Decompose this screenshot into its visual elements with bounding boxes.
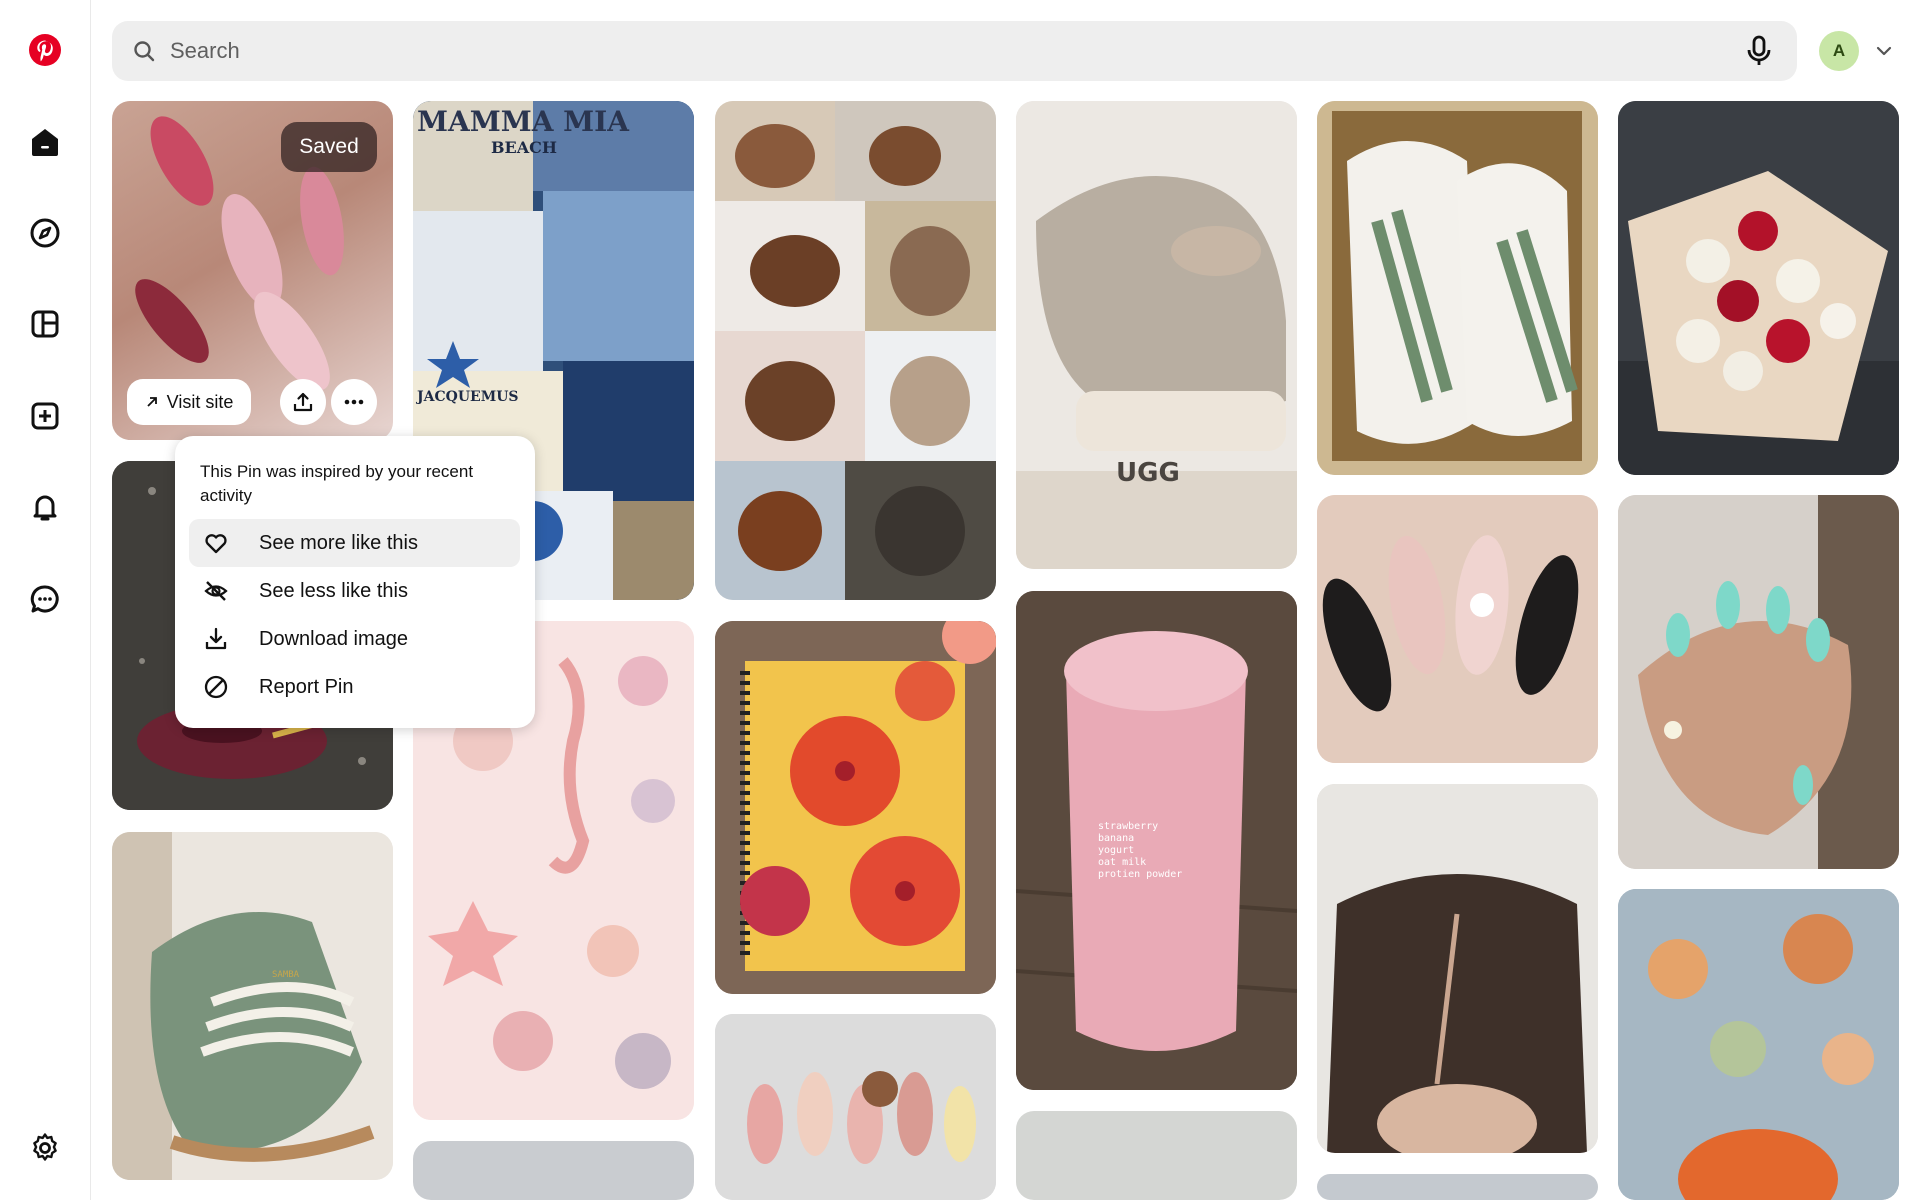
mint-nails-image (1618, 495, 1899, 869)
rose-bouquet-image (1618, 101, 1899, 475)
pin-strawberry-smoothie[interactable]: strawberry banana yogurt oat milk protie… (1016, 591, 1297, 1090)
see-less-label: See less like this (259, 579, 408, 602)
share-button[interactable] (280, 379, 326, 425)
saved-badge[interactable]: Saved (281, 122, 377, 172)
pin-hair-part[interactable] (1317, 784, 1598, 1153)
pin-fabric-partial[interactable] (1016, 1111, 1297, 1200)
pin-mint-nails-ring[interactable] (1618, 495, 1899, 869)
arrow-up-right-icon (147, 397, 157, 407)
pin-options-popover: This Pin was inspired by your recent act… (175, 436, 535, 728)
hair-part-image (1317, 784, 1598, 1153)
press-on-nails-image (715, 1014, 996, 1200)
ugg-logo-text: UGG (1116, 458, 1180, 488)
eye-off-icon (204, 581, 228, 601)
pinterest-logo-icon[interactable] (19, 24, 71, 76)
see-more-like-this-item[interactable]: See more like this (189, 519, 520, 567)
ugg-slippers-image: UGG (1016, 101, 1297, 569)
report-label: Report Pin (259, 675, 354, 698)
floral-fabric-image (1618, 889, 1899, 1200)
compass-icon[interactable] (19, 207, 71, 259)
avatar[interactable]: A (1819, 31, 1859, 71)
pin-rose-bouquet[interactable] (1618, 101, 1899, 475)
download-image-item[interactable]: Download image (189, 615, 520, 663)
more-dots-icon (344, 399, 364, 405)
chevron-down-icon[interactable] (1873, 40, 1895, 62)
visit-site-label: Visit site (166, 391, 234, 412)
pin-black-french-nails[interactable] (1317, 495, 1598, 763)
pin-adidas-sambas[interactable] (1317, 101, 1598, 475)
shoe-logo-text: SAMBA (272, 970, 300, 980)
collage-title-text: MAMMA MIA (417, 105, 630, 138)
home-icon[interactable] (19, 116, 71, 168)
gear-icon[interactable] (19, 1122, 71, 1174)
visit-site-button[interactable]: Visit site (127, 379, 251, 425)
pin-floral-fabric[interactable] (1618, 889, 1899, 1200)
block-icon (204, 675, 228, 699)
plus-square-icon[interactable] (19, 390, 71, 442)
boards-icon[interactable] (19, 298, 71, 350)
pin-hibiscus-notebook[interactable] (715, 621, 996, 994)
chat-icon[interactable] (19, 573, 71, 625)
more-options-button[interactable] (331, 379, 377, 425)
download-icon (205, 627, 227, 650)
pin-partial-bottom[interactable] (1317, 1174, 1598, 1200)
black-nails-image (1317, 495, 1598, 763)
report-pin-item[interactable]: Report Pin (189, 663, 520, 711)
heart-icon (205, 534, 227, 554)
see-more-label: See more like this (259, 531, 418, 554)
smoothie-recipe-text: strawberry banana yogurt oat milk protie… (1098, 821, 1183, 880)
sidebar (0, 0, 91, 1200)
puppies-collage-image (715, 101, 996, 600)
pin-press-on-nails[interactable] (715, 1014, 996, 1200)
collage-brand-text: JACQUEMUS (415, 389, 519, 405)
green-sambas-image: SAMBA (112, 832, 393, 1180)
hibiscus-notebook-image (715, 621, 996, 994)
pin-green-sambas[interactable]: SAMBA (112, 832, 393, 1180)
search-input[interactable] (168, 37, 1672, 65)
popover-info-text: This Pin was inspired by your recent act… (200, 462, 474, 505)
search-bar[interactable] (112, 21, 1797, 81)
see-less-like-this-item[interactable]: See less like this (189, 567, 520, 615)
bell-icon[interactable] (19, 481, 71, 533)
adidas-sambas-image (1317, 101, 1598, 475)
pin-dachshund-puppies[interactable] (715, 101, 996, 600)
share-icon (293, 392, 313, 412)
download-label: Download image (259, 627, 408, 650)
microphone-icon[interactable] (1741, 33, 1777, 69)
pin-gray-partial[interactable] (413, 1141, 694, 1200)
pin-ugg-slippers[interactable]: UGG (1016, 101, 1297, 569)
search-icon (134, 41, 155, 62)
collage-beach-text: BEACH (491, 138, 557, 157)
